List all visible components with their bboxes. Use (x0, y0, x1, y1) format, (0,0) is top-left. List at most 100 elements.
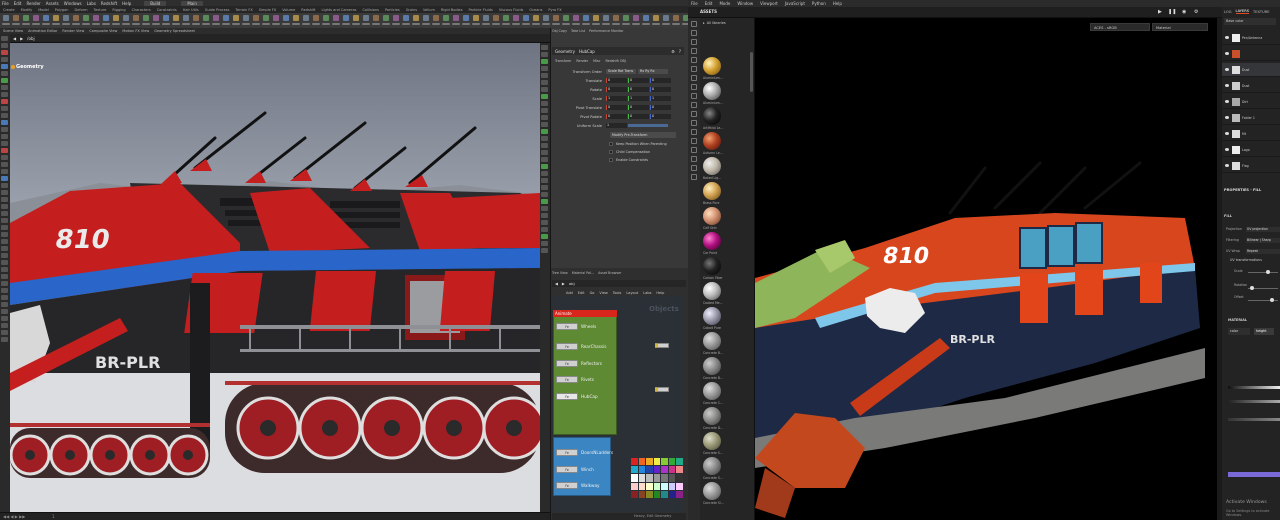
painter-tool-icon[interactable] (691, 84, 697, 90)
shelf-tool-button[interactable] (562, 14, 570, 27)
shelf-tab[interactable]: Deform (75, 8, 88, 12)
display-option-icon[interactable] (541, 157, 548, 162)
palette-swatch[interactable] (653, 490, 661, 498)
color-palette[interactable] (631, 458, 683, 498)
camera-icon[interactable]: ◉ (1182, 9, 1186, 15)
forward-arrow-icon[interactable]: ▶ (20, 36, 23, 41)
palette-swatch[interactable] (661, 474, 668, 482)
desktop-main-dropdown[interactable]: Main (181, 0, 203, 6)
palette-swatch[interactable] (631, 474, 638, 482)
painter-tool-icon[interactable] (691, 21, 697, 27)
palette-swatch[interactable] (631, 466, 638, 474)
material-thumbnail[interactable] (703, 257, 721, 275)
display-option-icon[interactable] (541, 143, 548, 148)
material-thumbnail[interactable] (703, 482, 721, 500)
display-option-icon[interactable] (541, 241, 548, 246)
value-gradient-bar[interactable] (1228, 400, 1280, 403)
painter-tool-icon[interactable] (691, 129, 697, 135)
back-arrow-icon[interactable]: ◀ (13, 36, 16, 41)
palette-swatch[interactable] (668, 474, 676, 482)
palette-swatch[interactable] (638, 482, 646, 490)
pause-icon[interactable]: ❚❚ (1168, 9, 1176, 15)
assets-scrollbar[interactable] (750, 52, 753, 92)
viewport-tool-icon[interactable] (1, 253, 8, 258)
palette-swatch[interactable] (668, 466, 676, 474)
desktop-build-dropdown[interactable]: Build (144, 0, 167, 6)
display-option-icon[interactable] (541, 136, 548, 141)
shelf-tool-button[interactable] (392, 14, 400, 27)
shelf-tool-button[interactable] (442, 14, 450, 27)
slider-handle[interactable] (1250, 286, 1254, 290)
eye-icon[interactable] (1225, 84, 1229, 87)
shelf-tool-button[interactable] (532, 14, 540, 27)
shelf-tab[interactable]: Particles (385, 8, 400, 12)
translate-z-field[interactable]: 0 (650, 78, 671, 83)
net-menu-tools[interactable]: Tools (613, 291, 622, 295)
display-option-icon[interactable] (541, 115, 548, 120)
node-doorsnladders[interactable]: Fe DoorsNLadders (556, 449, 613, 456)
shelf-tool-button[interactable] (102, 14, 110, 27)
palette-swatch[interactable] (676, 490, 683, 498)
shelf-tool-button[interactable] (452, 14, 460, 27)
shelf-tab[interactable]: Polygon (55, 8, 69, 12)
scale-slider[interactable] (1248, 270, 1278, 274)
shelf-tool-button[interactable] (332, 14, 340, 27)
display-option-icon[interactable] (541, 213, 548, 218)
shelf-tool-button[interactable] (202, 14, 210, 27)
node-walkway[interactable]: Fe Walkway (556, 482, 600, 489)
shelf-tool-button[interactable] (652, 14, 660, 27)
tab-composite-view[interactable]: Composite View (89, 29, 117, 33)
viewport-tool-icon[interactable] (1, 134, 8, 139)
back-arrow-icon[interactable]: ◀ (555, 281, 558, 286)
display-option-icon[interactable] (541, 73, 548, 78)
viewport-tool-icon[interactable] (1, 176, 8, 181)
shelf-tool-button[interactable] (72, 14, 80, 27)
checkbox-box[interactable] (609, 142, 613, 146)
node-tile[interactable]: Fe (556, 343, 578, 350)
node-reflectors[interactable]: Fe Reflectors (556, 360, 602, 367)
shelf-tool-button[interactable] (382, 14, 390, 27)
uv-wrap-dropdown[interactable]: Repeat (1246, 248, 1280, 254)
eye-icon[interactable] (1225, 132, 1229, 135)
node-tile[interactable]: Fe (556, 466, 578, 473)
color-channel-button[interactable]: color (1228, 328, 1250, 335)
viewport-tool-icon[interactable] (1, 211, 8, 216)
tab-misc[interactable]: Misc (593, 59, 600, 63)
shelf-tab[interactable]: Guide Process (205, 8, 230, 12)
node-rearchassis[interactable]: Fe RearChassis (556, 343, 606, 350)
painter-tool-icon[interactable] (691, 174, 697, 180)
display-option-icon[interactable] (541, 150, 548, 155)
shelf-tool-button[interactable] (482, 14, 490, 27)
node-tile[interactable]: Fe (556, 449, 578, 456)
viewport-tool-icon[interactable] (1, 78, 8, 83)
shelf-tab[interactable]: Characters (132, 8, 151, 12)
viewport-tool-icon[interactable] (1, 183, 8, 188)
tab-layers[interactable]: LAYERS (1235, 9, 1250, 14)
shelf-tool-button[interactable] (232, 14, 240, 27)
eye-icon[interactable] (1225, 36, 1229, 39)
shelf-tool-button[interactable] (52, 14, 60, 27)
tab-geometry-spreadsheet[interactable]: Geometry Spreadsheet (154, 29, 195, 33)
painter-tool-icon[interactable] (691, 102, 697, 108)
material-thumbnail[interactable] (703, 232, 721, 250)
layer-row[interactable]: Dirt (1222, 95, 1280, 109)
shelf-tab[interactable]: Particle Fluids (469, 8, 493, 12)
shelf-tool-button[interactable] (282, 14, 290, 27)
palette-swatch[interactable] (646, 490, 653, 498)
tab-material-palette[interactable]: Material Pal... (572, 271, 594, 275)
rotation-slider[interactable] (1248, 286, 1278, 290)
viewport-tool-icon[interactable] (1, 316, 8, 321)
shelf-tool-button[interactable] (432, 14, 440, 27)
shelf-tool-button[interactable] (592, 14, 600, 27)
viewport-tool-icon[interactable] (1, 274, 8, 279)
material-thumbnail[interactable] (703, 207, 721, 225)
scale-x-field[interactable]: 1 (606, 96, 627, 101)
layer-row[interactable]: Dust (1222, 79, 1280, 93)
layer-row[interactable] (1222, 47, 1280, 61)
viewport-tool-icon[interactable] (1, 85, 8, 90)
material-thumbnail[interactable] (703, 182, 721, 200)
eye-icon[interactable] (1225, 116, 1229, 119)
network-node-small[interactable] (655, 343, 669, 348)
node-winch[interactable]: Fe Winch (556, 466, 594, 473)
viewport-tool-icon[interactable] (1, 218, 8, 223)
